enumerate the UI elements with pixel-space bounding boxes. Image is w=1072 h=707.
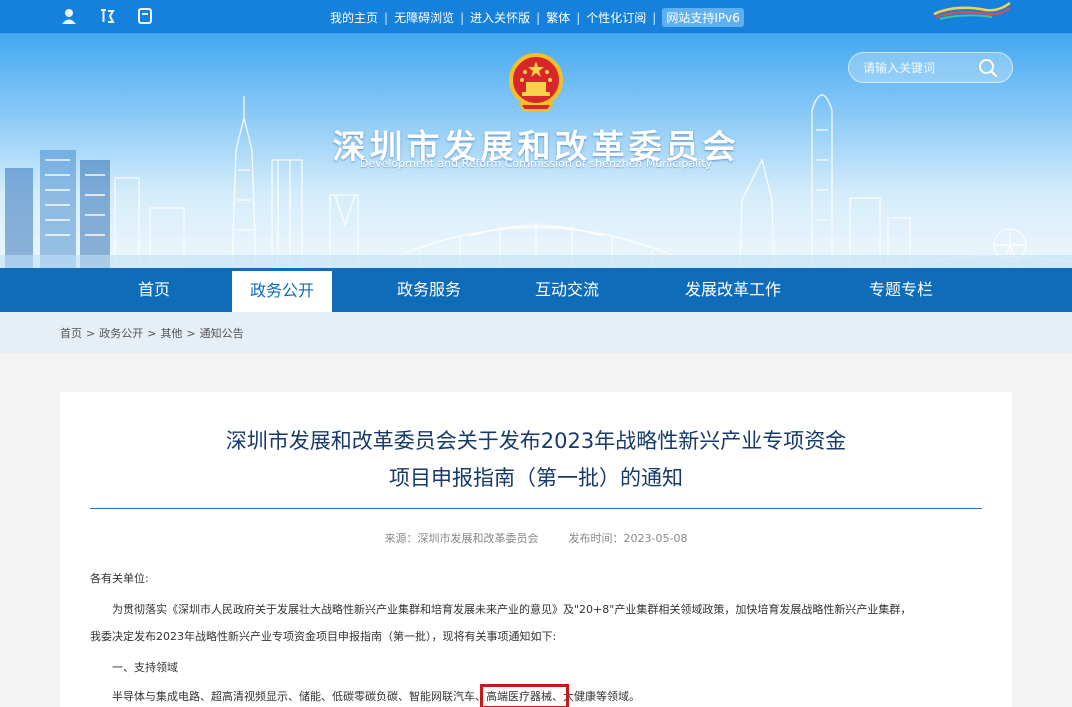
link-my-homepage[interactable]: 我的主页: [330, 9, 378, 26]
fields-text: 半导体与集成电路、超高清视频显示、储能、低碳零碳负碳、智能网联汽车、: [112, 690, 486, 703]
breadcrumb-home[interactable]: 首页: [60, 327, 82, 340]
highlighted-field: 高端医疗器械、: [480, 684, 569, 707]
greeting: 各有关单位:: [90, 572, 149, 585]
breadcrumb-government-affairs[interactable]: 政务公开: [99, 327, 143, 340]
breadcrumb: 首页 > 政务公开 > 其他 > 通知公告: [60, 325, 244, 341]
breadcrumb-other[interactable]: 其他: [160, 327, 182, 340]
site-subtitle: Development and Reform Commission of she…: [359, 157, 713, 170]
search-input[interactable]: [863, 59, 973, 77]
nav-interaction[interactable]: 互动交流: [512, 268, 622, 312]
main-nav: 首页 政务公开 政务服务 互动交流 发展改革工作 专题专栏: [0, 268, 1072, 312]
top-utility-bar: 我的主页 | 无障碍浏览 | 进入关怀版 | 繁体 | 个性化订阅 | 网站支持…: [0, 0, 1072, 34]
breadcrumb-separator: >: [186, 327, 196, 340]
article-title-line-2: 项目申报指南（第一批）的通知: [389, 466, 683, 490]
accessibility-icon[interactable]: [98, 7, 116, 25]
article-title-line-1: 深圳市发展和改革委员会关于发布2023年战略性新兴产业专项资金: [225, 429, 847, 453]
link-traditional-chinese[interactable]: 繁体: [546, 9, 570, 26]
top-links: 我的主页 | 无障碍浏览 | 进入关怀版 | 繁体 | 个性化订阅 | 网站支持…: [330, 8, 744, 27]
breadcrumb-separator: >: [86, 327, 96, 340]
separator: |: [460, 10, 465, 25]
fields-text-end: 大健康等领域。: [563, 690, 640, 703]
section-heading-support-fields: 一、支持领域: [112, 661, 178, 674]
mobile-icon[interactable]: [136, 7, 154, 25]
intro-paragraph-line-2: 我委决定发布2023年战略性新兴产业专项资金项目申报指南（第一批），现将有关事项…: [90, 630, 557, 643]
shenzhen-china-logo[interactable]: [926, 0, 1012, 20]
link-care-version[interactable]: 进入关怀版: [470, 9, 530, 26]
article-source: 来源：深圳市发展和改革委员会: [384, 532, 539, 545]
link-accessible-browsing[interactable]: 无障碍浏览: [394, 9, 454, 26]
separator: |: [576, 10, 581, 25]
header-banner: 我的主页 | 无障碍浏览 | 进入关怀版 | 繁体 | 个性化订阅 | 网站支持…: [0, 0, 1072, 268]
link-personal-subscription[interactable]: 个性化订阅: [586, 9, 646, 26]
separator: |: [384, 10, 389, 25]
nav-development-reform-work[interactable]: 发展改革工作: [668, 268, 798, 312]
article-card: 深圳市发展和改革委员会关于发布2023年战略性新兴产业专项资金 项目申报指南（第…: [60, 392, 1012, 707]
support-fields-paragraph: 半导体与集成电路、超高清视频显示、储能、低碳零碳负碳、智能网联汽车、高端医疗器械…: [112, 684, 640, 707]
breadcrumb-bar: 首页 > 政务公开 > 其他 > 通知公告: [0, 312, 1072, 353]
separator: |: [652, 10, 657, 25]
breadcrumb-separator: >: [147, 327, 157, 340]
ipv6-badge[interactable]: 网站支持IPv6: [662, 8, 744, 27]
separator: |: [536, 10, 541, 25]
article-date: 发布时间：2023-05-08: [568, 532, 688, 545]
breadcrumb-notices[interactable]: 通知公告: [200, 327, 244, 340]
search-icon[interactable]: [977, 57, 999, 79]
title-divider: [90, 508, 982, 509]
national-emblem: [509, 53, 563, 111]
nav-government-affairs-disclosure[interactable]: 政务公开: [232, 268, 332, 312]
nav-special-topics[interactable]: 专题专栏: [846, 268, 956, 312]
nav-home[interactable]: 首页: [104, 268, 204, 312]
article-meta: 来源：深圳市发展和改革委员会 发布时间：2023-05-08: [60, 530, 1012, 546]
intro-paragraph-line-1: 为贯彻落实《深圳市人民政府关于发展壮大战略性新兴产业集群和培育发展未来产业的意见…: [112, 603, 912, 616]
nav-government-services[interactable]: 政务服务: [374, 268, 484, 312]
search-box: [848, 52, 1013, 83]
user-icon[interactable]: [60, 7, 78, 25]
